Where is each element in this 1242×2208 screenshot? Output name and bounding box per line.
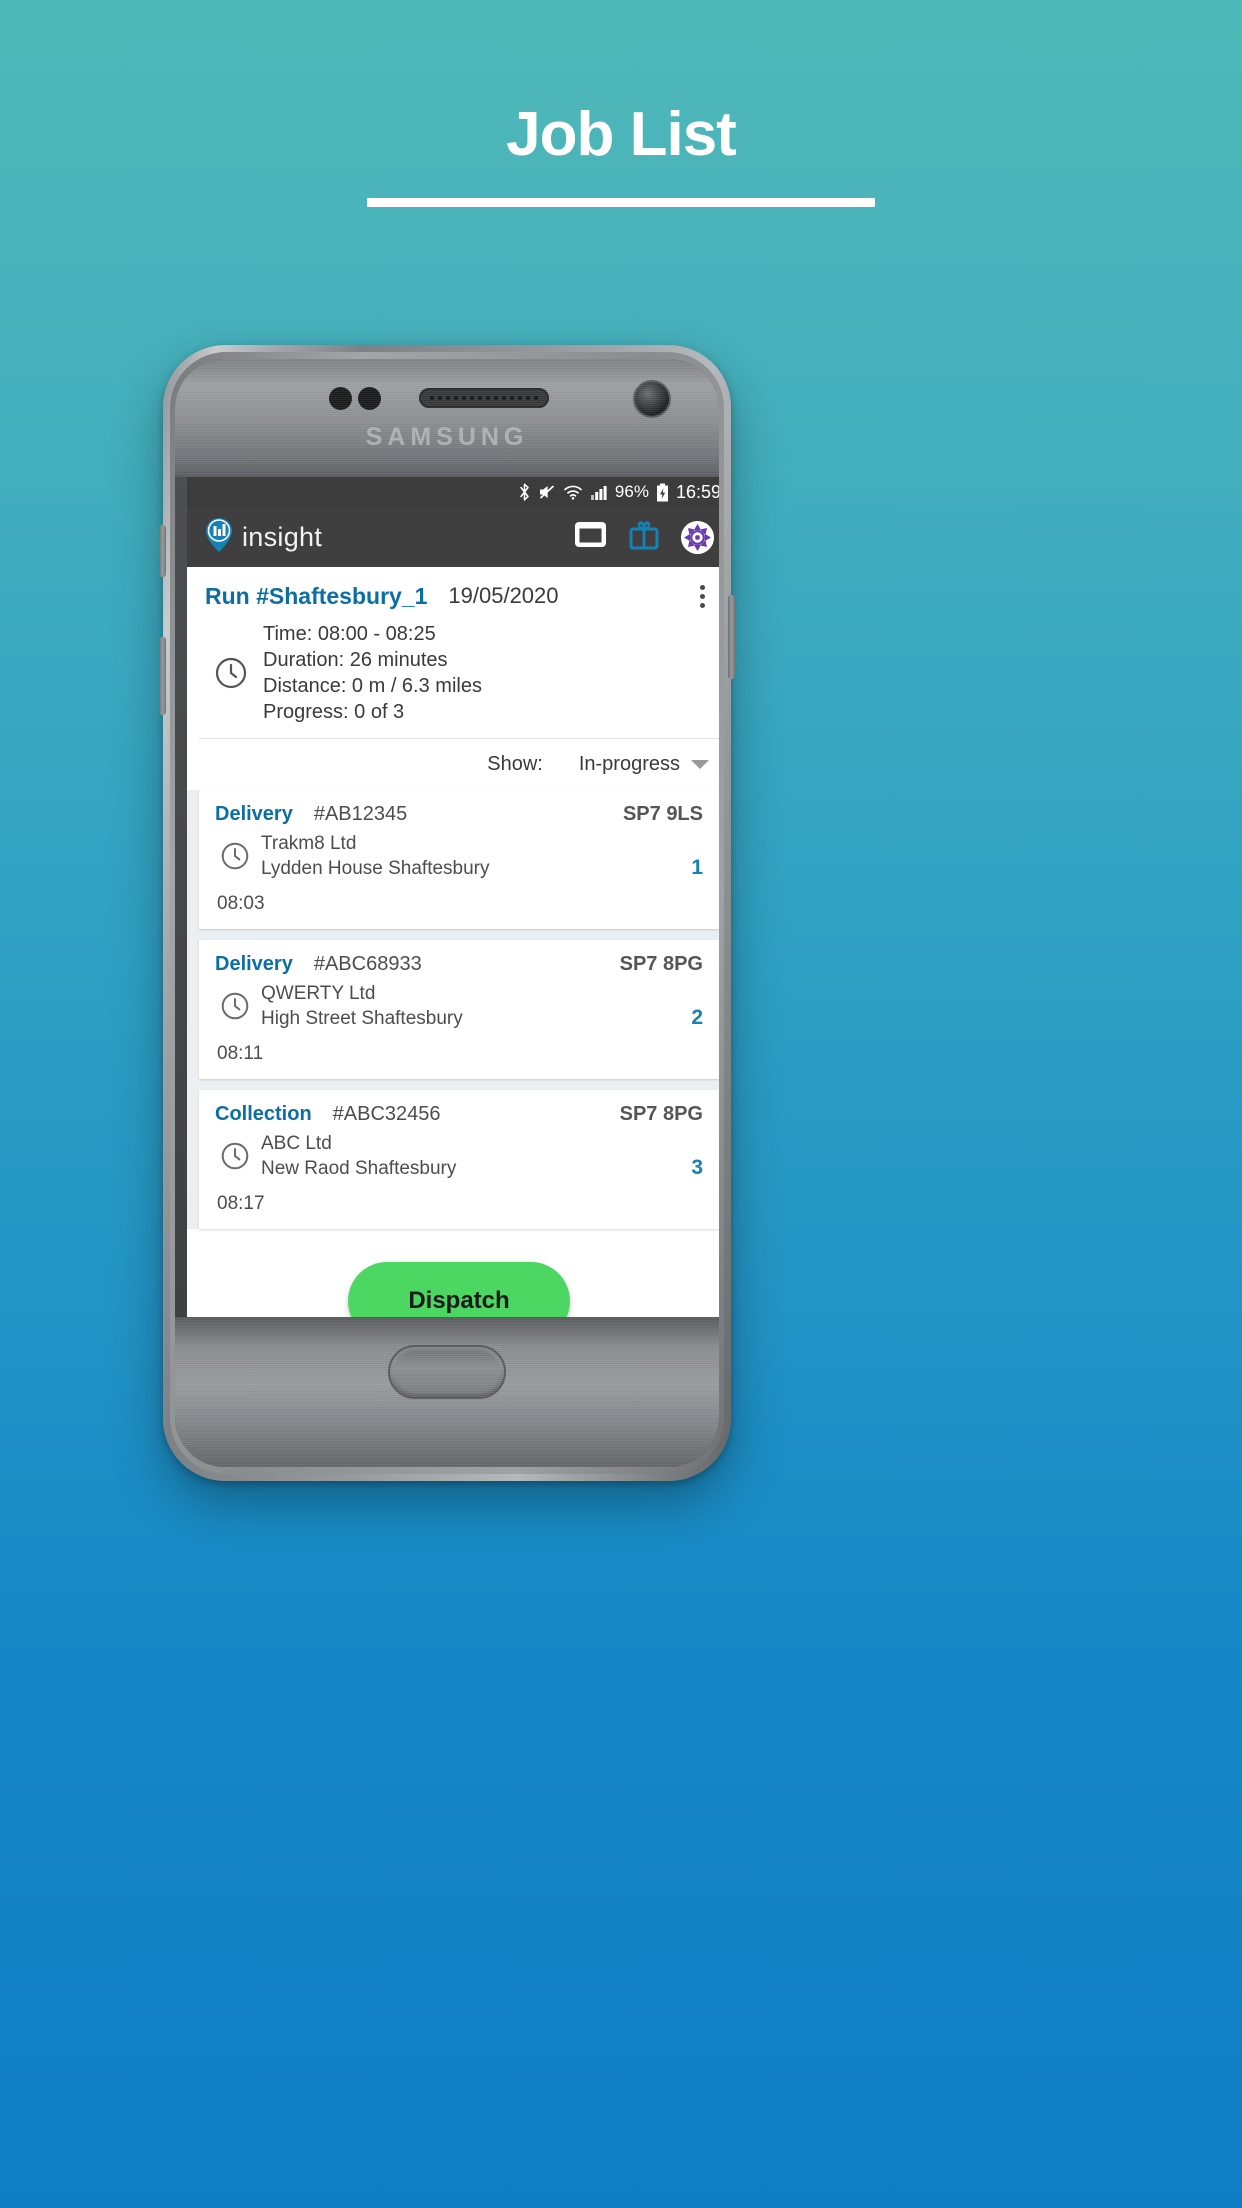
- run-details: Time: 08:00 - 08:25 Duration: 26 minutes…: [187, 612, 719, 738]
- app-bar: insight: [187, 507, 719, 567]
- job-type: Collection: [215, 1103, 312, 1125]
- phone-mockup: SAMSUNG 96% 16:59 insight Run #Shaftesbu…: [159, 345, 735, 1481]
- phone-side-button-top-left: [159, 525, 166, 577]
- job-reference: #ABC32456: [332, 1103, 441, 1125]
- phone-side-button-right: [728, 595, 735, 679]
- battery-percent-label: 96%: [614, 482, 649, 501]
- job-postcode: SP7 8PG: [619, 1103, 703, 1125]
- job-postcode: SP7 9LS: [622, 803, 703, 825]
- job-list: Delivery #AB12345 SP7 9LS Trakm8 Ltd Lyd…: [187, 790, 719, 1229]
- job-address: Lydden House Shaftesbury: [261, 858, 490, 879]
- phone-bottom-bezel: [175, 1317, 719, 1467]
- mute-icon: [538, 483, 556, 501]
- app-bar-actions: [574, 519, 714, 555]
- app-logo-text: insight: [242, 521, 323, 552]
- clock-icon: [215, 1141, 255, 1171]
- earpiece-speaker: [419, 388, 549, 408]
- run-duration: Duration: 26 minutes: [263, 649, 448, 671]
- clock-icon: [209, 656, 253, 690]
- kebab-menu-icon[interactable]: [692, 581, 713, 612]
- job-sequence: 3: [691, 1156, 703, 1179]
- device-brand-label: SAMSUNG: [365, 423, 529, 451]
- home-button[interactable]: [388, 1345, 506, 1399]
- job-reference: #AB12345: [313, 803, 408, 825]
- job-company: ABC Ltd: [261, 1133, 332, 1154]
- run-progress: Progress: 0 of 3: [263, 701, 405, 723]
- avatar-icon[interactable]: [681, 520, 714, 554]
- run-distance: Distance: 0 m / 6.3 miles: [263, 675, 482, 697]
- run-date-label: 19/05/2020: [448, 583, 559, 608]
- gift-icon[interactable]: [629, 519, 659, 555]
- title-underline: [367, 198, 875, 207]
- job-card[interactable]: Collection #ABC32456 SP7 8PG ABC Ltd New…: [199, 1090, 719, 1229]
- phone-screen: 96% 16:59 insight Run #Shaftesbury_1 19/…: [187, 477, 719, 1347]
- map-pin-chart-icon: [203, 516, 235, 559]
- proximity-sensor-icon: [329, 387, 352, 410]
- window-icon[interactable]: [574, 521, 607, 553]
- job-address: New Raod Shaftesbury: [261, 1158, 457, 1179]
- page-title: Job List: [506, 100, 737, 169]
- wifi-icon: [563, 483, 583, 501]
- job-sequence: 1: [691, 856, 703, 879]
- job-sequence: 2: [691, 1006, 703, 1029]
- phone-face: SAMSUNG 96% 16:59 insight Run #Shaftesbu…: [175, 359, 719, 1467]
- job-address: High Street Shaftesbury: [261, 1008, 463, 1029]
- filter-value[interactable]: In-progress: [579, 753, 680, 776]
- phone-top-bezel: SAMSUNG: [175, 359, 719, 477]
- signal-icon: [590, 483, 608, 501]
- filter-row: Show: In-progress: [187, 739, 719, 790]
- job-postcode: SP7 8PG: [619, 953, 703, 975]
- clock-icon: [215, 991, 255, 1021]
- bluetooth-icon: [518, 483, 531, 501]
- job-time: 08:11: [217, 1043, 264, 1064]
- clock-icon: [215, 841, 255, 871]
- job-card[interactable]: Delivery #AB12345 SP7 9LS Trakm8 Ltd Lyd…: [199, 790, 719, 929]
- job-reference: #ABC68933: [313, 953, 422, 975]
- status-bar: 96% 16:59: [187, 477, 719, 507]
- job-company: QWERTY Ltd: [261, 983, 376, 1004]
- job-type: Delivery: [215, 803, 293, 825]
- job-company: Trakm8 Ltd: [261, 833, 357, 854]
- run-header: Run #Shaftesbury_1 19/05/2020: [187, 567, 719, 612]
- job-card[interactable]: Delivery #ABC68933 SP7 8PG QWERTY Ltd Hi…: [199, 940, 719, 1079]
- job-time: 08:03: [217, 893, 265, 914]
- filter-label: Show:: [487, 753, 543, 775]
- app-logo[interactable]: insight: [203, 516, 322, 559]
- job-type: Delivery: [215, 953, 293, 975]
- front-camera-icon: [633, 380, 671, 418]
- run-detail-lines: Time: 08:00 - 08:25 Duration: 26 minutes…: [263, 621, 482, 725]
- chevron-down-icon[interactable]: [691, 760, 709, 769]
- battery-icon: [656, 483, 669, 502]
- phone-side-button-bottom-left: [159, 637, 166, 715]
- page-header: Job List: [0, 98, 1242, 207]
- status-bar-time: 16:59: [675, 481, 719, 502]
- job-time: 08:17: [217, 1193, 265, 1214]
- run-id-label: Run #Shaftesbury_1: [205, 583, 428, 609]
- run-time: Time: 08:00 - 08:25: [263, 623, 436, 645]
- front-camera-sensor-icon: [358, 387, 381, 410]
